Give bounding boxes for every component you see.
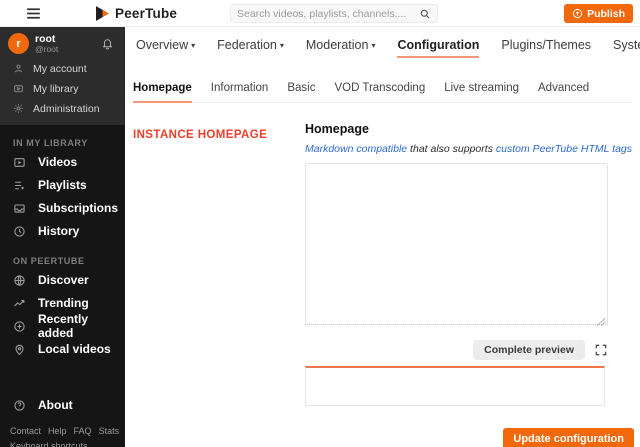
upload-icon bbox=[572, 8, 583, 19]
tab-homepage[interactable]: Homepage bbox=[133, 82, 192, 103]
user-icon bbox=[14, 64, 23, 73]
sidebar-item-my-account[interactable]: My account bbox=[0, 59, 125, 79]
footer-link-contact[interactable]: Contact bbox=[10, 426, 41, 436]
footer-link-faq[interactable]: FAQ bbox=[74, 426, 92, 436]
nav-item-moderation[interactable]: Moderation ▾ bbox=[306, 38, 376, 58]
sidebar-item-my-library[interactable]: My library bbox=[0, 79, 125, 99]
sidebar-item-local-videos[interactable]: Local videos bbox=[0, 338, 125, 361]
user-names: root @root bbox=[35, 33, 95, 55]
sidebar-item-about[interactable]: About bbox=[0, 394, 125, 417]
sidebar-item-playlists[interactable]: Playlists bbox=[0, 174, 125, 197]
nav-item-overview[interactable]: Overview ▾ bbox=[136, 38, 195, 58]
sidebar-item-label: My library bbox=[33, 82, 79, 95]
menu-icon[interactable] bbox=[25, 5, 42, 22]
sidebar-item-recently-added[interactable]: Recently added bbox=[0, 312, 125, 341]
config-tabs: Homepage Information Basic VOD Transcodi… bbox=[133, 82, 633, 103]
field-label-homepage: Homepage bbox=[305, 122, 369, 136]
homepage-textarea[interactable] bbox=[305, 163, 608, 325]
nav-label: System bbox=[613, 38, 640, 52]
complete-preview-button[interactable]: Complete preview bbox=[473, 340, 585, 360]
footer-link-secondary[interactable]: Keyboard shortcuts bbox=[0, 441, 125, 447]
question-circle-icon bbox=[14, 400, 25, 411]
library-icon bbox=[14, 85, 23, 93]
nav-label: Configuration bbox=[397, 38, 480, 52]
sidebar-account-section: r root @root My account My library Admin… bbox=[0, 27, 125, 125]
video-icon bbox=[14, 157, 25, 167]
search-icon[interactable] bbox=[419, 8, 431, 20]
sidebar: r root @root My account My library Admin… bbox=[0, 27, 125, 447]
user-row[interactable]: r root @root bbox=[0, 27, 125, 59]
sidebar-item-administration[interactable]: Administration bbox=[0, 99, 125, 119]
tab-advanced[interactable]: Advanced bbox=[538, 82, 589, 102]
map-pin-icon bbox=[15, 344, 24, 355]
admin-nav: Overview ▾ Federation ▾ Moderation ▾ Config… bbox=[136, 38, 640, 58]
nav-item-plugins-themes[interactable]: Plugins/Themes bbox=[501, 38, 591, 58]
nav-label: Plugins/Themes bbox=[501, 38, 592, 52]
nav-label: Overview bbox=[136, 38, 189, 52]
sidebar-item-label: About bbox=[38, 398, 73, 413]
nav-item-system[interactable]: System▾ bbox=[613, 38, 640, 58]
markdown-hint: Markdown compatible that also supports c… bbox=[305, 143, 632, 155]
publish-button[interactable]: Publish bbox=[564, 4, 633, 23]
peertube-logo-icon[interactable] bbox=[96, 5, 109, 21]
sidebar-item-label: Playlists bbox=[38, 178, 87, 193]
footer-link-stats[interactable]: Stats bbox=[99, 426, 120, 436]
nav-label: Federation bbox=[217, 38, 277, 52]
sidebar-item-label: Recently added bbox=[38, 312, 89, 341]
avatar[interactable]: r bbox=[8, 33, 29, 55]
section-heading-instance-homepage: INSTANCE HOMEPAGE bbox=[133, 129, 268, 141]
search-input[interactable] bbox=[237, 7, 419, 20]
tab-live-streaming[interactable]: Live streaming bbox=[444, 82, 519, 102]
gear-icon bbox=[14, 104, 23, 114]
sidebar-item-subscriptions[interactable]: Subscriptions bbox=[0, 197, 125, 220]
sidebar-item-label: Subscriptions bbox=[38, 201, 119, 216]
sidebar-item-discover[interactable]: Discover bbox=[0, 269, 125, 292]
publish-label: Publish bbox=[587, 7, 625, 20]
plus-circle-icon bbox=[14, 321, 25, 332]
chevron-down-icon: ▾ bbox=[371, 41, 376, 50]
nav-item-federation[interactable]: Federation ▾ bbox=[217, 38, 284, 58]
sidebar-item-label: History bbox=[38, 224, 80, 239]
globe-icon bbox=[14, 274, 25, 286]
sidebar-item-label: Trending bbox=[38, 296, 89, 311]
sidebar-item-label: Videos bbox=[38, 155, 78, 170]
brand-title[interactable]: PeerTube bbox=[115, 6, 177, 21]
markdown-compatible-link[interactable]: Markdown compatible bbox=[305, 143, 407, 155]
maximize-icon[interactable] bbox=[594, 343, 608, 357]
playlist-icon bbox=[15, 181, 25, 190]
tab-basic[interactable]: Basic bbox=[287, 82, 315, 102]
sidebar-item-label: Administration bbox=[33, 102, 100, 115]
sidebar-item-label: Local videos bbox=[38, 342, 111, 357]
tab-vod-transcoding[interactable]: VOD Transcoding bbox=[334, 82, 425, 102]
chevron-down-icon: ▾ bbox=[191, 41, 196, 50]
preview-pane bbox=[305, 366, 605, 406]
main-content: Overview ▾ Federation ▾ Moderation ▾ Config… bbox=[125, 27, 640, 447]
update-configuration-button[interactable]: Update configuration bbox=[503, 428, 634, 447]
editor-controls: Complete preview bbox=[305, 340, 608, 360]
clock-icon bbox=[14, 226, 25, 237]
sidebar-item-label: My account bbox=[33, 62, 87, 75]
section-heading-on-peertube: ON PEERTUBE bbox=[13, 255, 85, 266]
sidebar-item-videos[interactable]: Videos bbox=[0, 151, 125, 174]
trending-icon bbox=[14, 299, 25, 307]
footer-link-help[interactable]: Help bbox=[48, 426, 67, 436]
sidebar-item-label: Discover bbox=[38, 273, 89, 288]
section-heading-in-my-library: IN MY LIBRARY bbox=[13, 137, 88, 148]
hint-text: that also supports bbox=[407, 143, 496, 155]
inbox-icon bbox=[14, 204, 25, 213]
user-handle: @root bbox=[35, 44, 59, 55]
homepage-editor-wrap bbox=[305, 163, 608, 330]
nav-item-configuration[interactable]: Configuration bbox=[397, 38, 480, 58]
search-box bbox=[230, 4, 438, 23]
top-header: PeerTube Publish bbox=[0, 0, 640, 27]
homepage-form: Homepage Markdown compatible that also s… bbox=[305, 122, 632, 406]
tab-information[interactable]: Information bbox=[211, 82, 269, 102]
sidebar-footer-links: Contact Help FAQ Stats API bbox=[0, 426, 125, 436]
nav-label: Moderation bbox=[305, 38, 369, 52]
bell-icon[interactable] bbox=[101, 37, 114, 50]
sidebar-item-history[interactable]: History bbox=[0, 220, 125, 243]
chevron-down-icon: ▾ bbox=[279, 41, 284, 50]
custom-html-tags-link[interactable]: custom PeerTube HTML tags bbox=[496, 143, 632, 155]
